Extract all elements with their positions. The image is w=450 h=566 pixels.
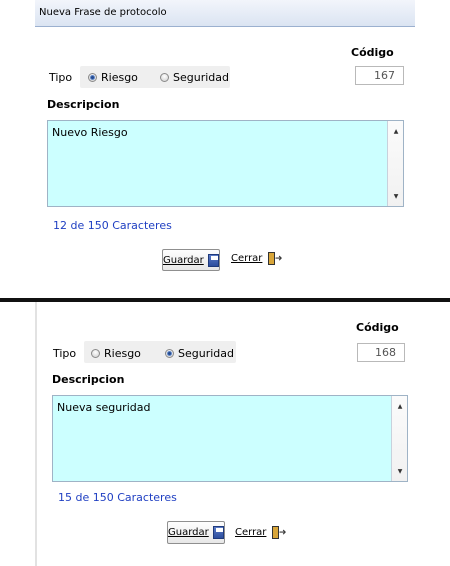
guardar-button[interactable]: Guardar bbox=[162, 249, 220, 271]
save-disk-icon bbox=[212, 526, 224, 539]
descripcion-textarea[interactable]: Nuevo Riesgo ▲ ▼ bbox=[47, 120, 404, 207]
descripcion-textarea[interactable]: Nueva seguridad ▲ ▼ bbox=[52, 395, 408, 482]
caracteres-counter: 15 de 150 Caracteres bbox=[58, 491, 177, 504]
tipo-label: Tipo bbox=[49, 71, 73, 84]
descripcion-scrollbar[interactable]: ▲ ▼ bbox=[391, 396, 407, 481]
radio-seguridad-label: Seguridad bbox=[178, 347, 234, 360]
cerrar-label: Cerrar bbox=[235, 527, 267, 538]
radio-riesgo-label: Riesgo bbox=[104, 347, 141, 360]
radio-seguridad[interactable]: Seguridad bbox=[160, 71, 229, 84]
radio-riesgo[interactable]: Riesgo bbox=[88, 71, 138, 84]
descripcion-label: Descripcion bbox=[47, 98, 120, 111]
save-disk-icon bbox=[207, 253, 219, 267]
descripcion-scrollbar[interactable]: ▲ ▼ bbox=[387, 121, 403, 206]
window-left-edge bbox=[35, 302, 37, 566]
cerrar-label: Cerrar bbox=[231, 253, 263, 264]
codigo-field[interactable]: 168 bbox=[357, 343, 405, 362]
cerrar-link[interactable]: Cerrar ➜ bbox=[235, 526, 286, 539]
radio-seguridad-indicator[interactable] bbox=[165, 349, 174, 358]
codigo-field[interactable]: 167 bbox=[355, 66, 404, 85]
radio-seguridad[interactable]: Seguridad bbox=[165, 347, 234, 360]
descripcion-text: Nueva seguridad bbox=[57, 401, 151, 414]
radio-riesgo-indicator[interactable] bbox=[88, 73, 97, 82]
guardar-label: Guardar bbox=[168, 527, 209, 538]
radio-riesgo-indicator[interactable] bbox=[91, 349, 100, 358]
codigo-label: Código bbox=[356, 321, 399, 334]
descripcion-label: Descripcion bbox=[52, 373, 125, 386]
cerrar-link[interactable]: Cerrar ➜ bbox=[231, 252, 282, 265]
screenshot-separator bbox=[0, 298, 450, 302]
guardar-button[interactable]: Guardar bbox=[167, 521, 225, 544]
door-exit-icon: ➜ bbox=[270, 526, 286, 539]
scroll-up-arrow-icon[interactable]: ▲ bbox=[392, 403, 408, 410]
door-exit-icon: ➜ bbox=[266, 252, 282, 265]
scroll-up-arrow-icon[interactable]: ▲ bbox=[388, 128, 404, 135]
descripcion-text: Nuevo Riesgo bbox=[52, 126, 128, 139]
radio-riesgo-label: Riesgo bbox=[101, 71, 138, 84]
scroll-down-arrow-icon[interactable]: ▼ bbox=[388, 193, 404, 200]
radio-riesgo[interactable]: Riesgo bbox=[91, 347, 141, 360]
window-title: Nueva Frase de protocolo bbox=[39, 7, 167, 18]
radio-seguridad-label: Seguridad bbox=[173, 71, 229, 84]
codigo-label: Código bbox=[351, 46, 394, 59]
caracteres-counter: 12 de 150 Caracteres bbox=[53, 219, 172, 232]
radio-seguridad-indicator[interactable] bbox=[160, 73, 169, 82]
tipo-label: Tipo bbox=[53, 347, 77, 360]
scroll-down-arrow-icon[interactable]: ▼ bbox=[392, 468, 408, 475]
guardar-label: Guardar bbox=[163, 254, 204, 266]
